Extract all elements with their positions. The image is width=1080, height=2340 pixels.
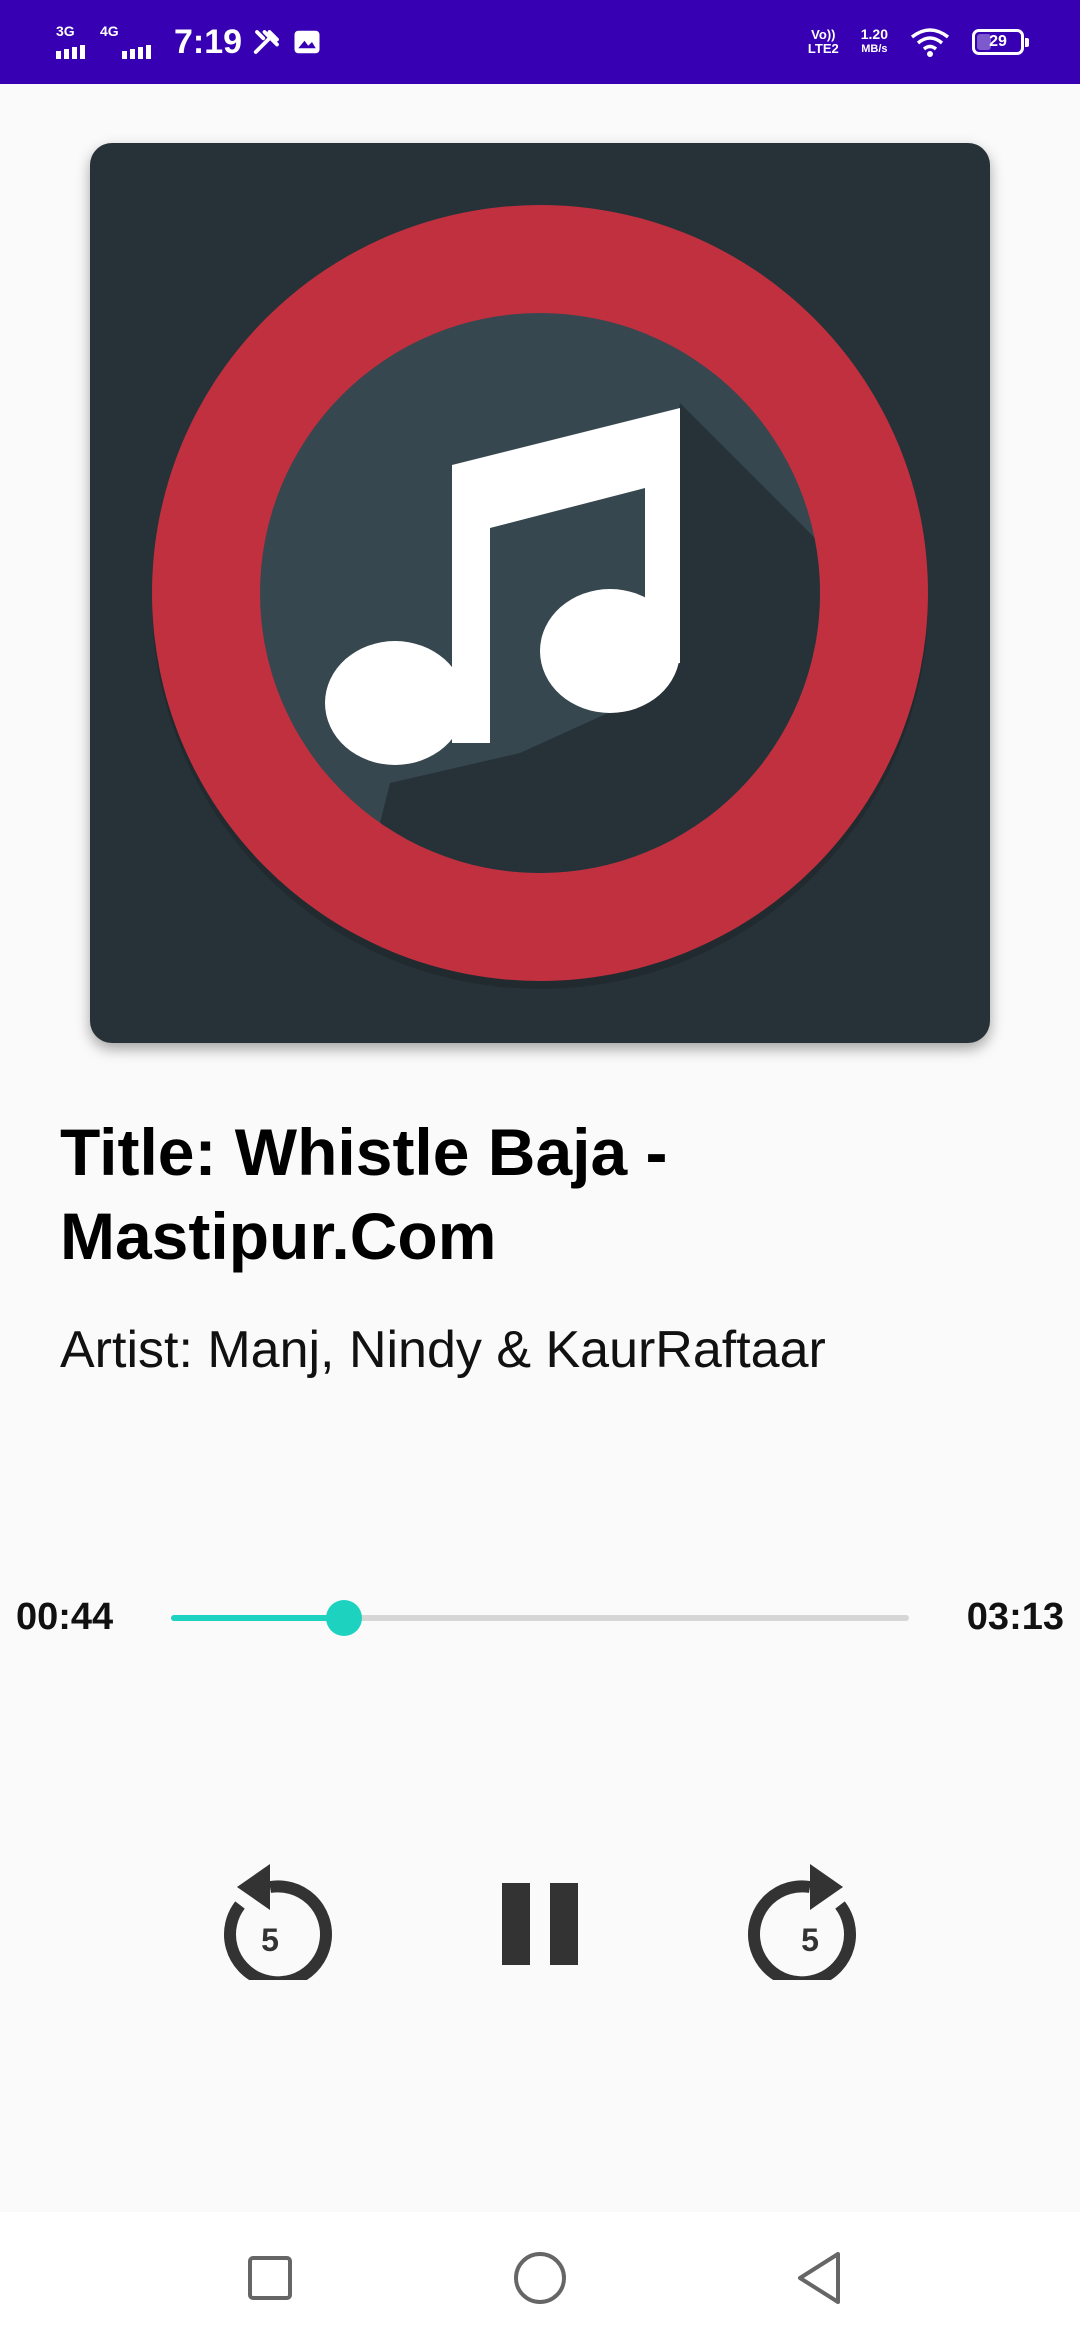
rewind-seconds-label: 5 (261, 1922, 279, 1958)
forward-5-icon (748, 1864, 856, 1980)
square-icon (248, 2256, 292, 2300)
seek-progress (171, 1615, 344, 1621)
music-note-icon (152, 205, 928, 989)
replay-5-icon (224, 1864, 332, 1980)
album-art (90, 143, 990, 1043)
seek-bar[interactable] (171, 1600, 909, 1636)
seek-thumb[interactable] (325, 1600, 362, 1636)
battery-icon: 29 (972, 29, 1029, 55)
network-speed: 1.20 MB/s (860, 26, 888, 56)
navigation-bar (0, 2212, 1080, 2340)
rewind-5-button[interactable]: 5 (205, 1850, 335, 1980)
status-bar: 3G 4G 7:19 Vo)) LTE2 1.20 MB/s 29 (0, 0, 1080, 84)
song-title: Title: Whistle Baja - Mastipur.Com (60, 1115, 668, 1273)
forward-5-button[interactable]: 5 (745, 1850, 875, 1980)
signal-3g-icon: 3G (56, 23, 90, 59)
pause-icon (502, 1883, 578, 1965)
current-time: 00:44 (16, 1596, 114, 1638)
recents-button[interactable] (240, 2248, 300, 2308)
back-button[interactable] (790, 2248, 850, 2308)
volte-indicator: Vo)) LTE2 (807, 27, 839, 56)
total-time: 03:13 (966, 1596, 1064, 1638)
signal-4g-icon: 4G (100, 23, 156, 59)
status-time: 7:19 (174, 22, 243, 61)
home-button[interactable] (510, 2248, 570, 2308)
forward-seconds-label: 5 (801, 1922, 819, 1958)
song-artist: Artist: Manj, Nindy & KaurRaftaar (60, 1321, 826, 1379)
circle-icon (514, 2252, 566, 2304)
tools-icon (252, 27, 282, 57)
pause-button[interactable] (475, 1850, 605, 1980)
gallery-icon (292, 27, 322, 57)
wifi-icon (910, 27, 950, 57)
triangle-back-icon (798, 2252, 840, 2304)
